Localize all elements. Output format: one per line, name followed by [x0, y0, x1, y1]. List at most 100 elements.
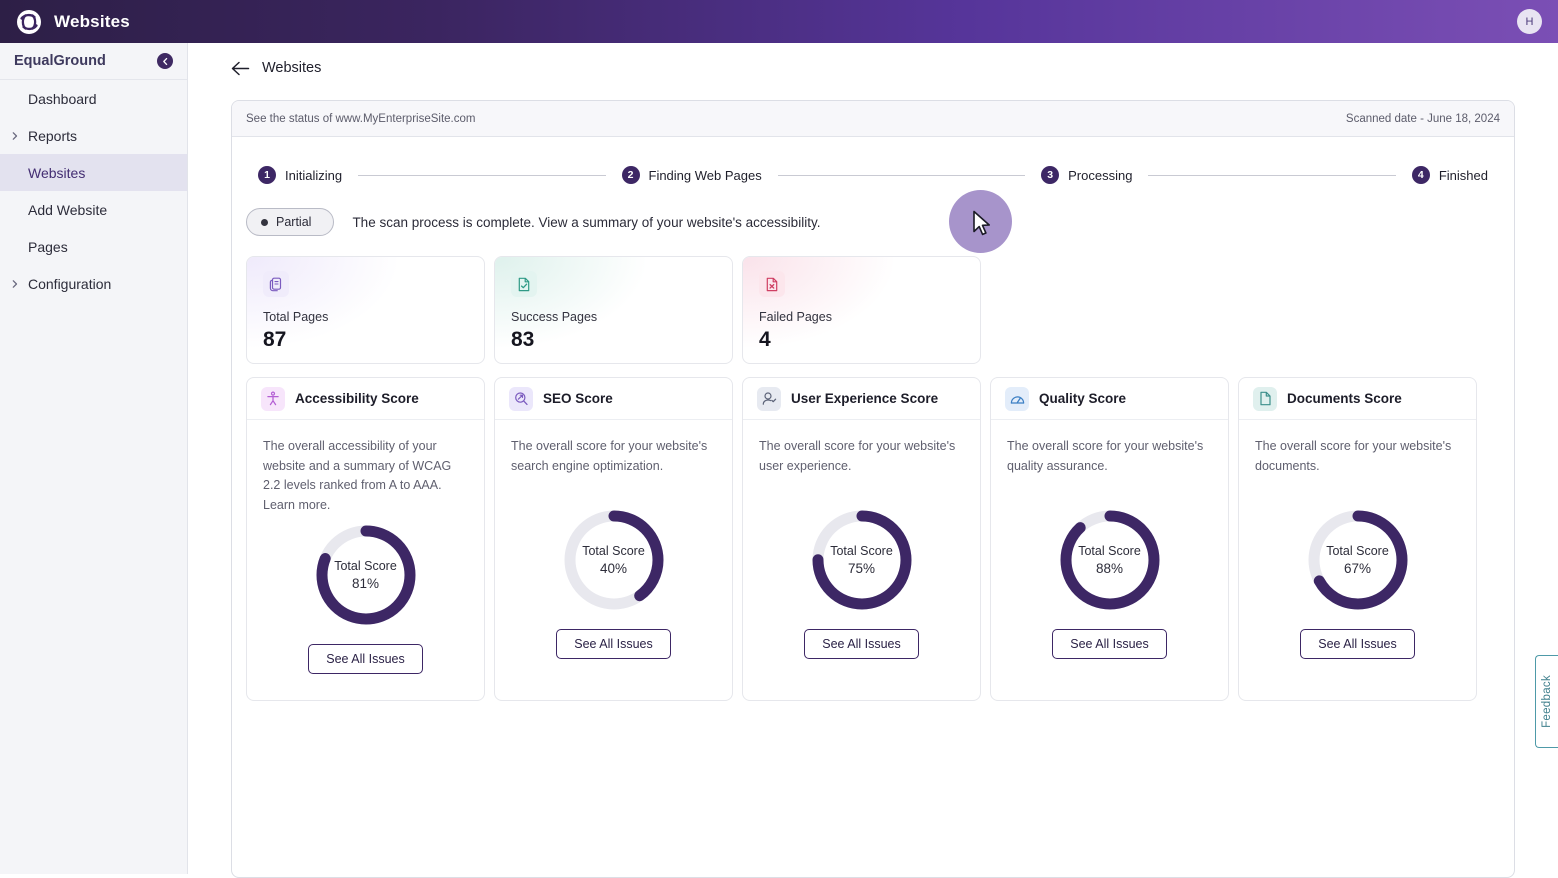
score-card-title: Accessibility Score [295, 391, 419, 406]
donut-label: Total Score [334, 559, 397, 573]
see-all-issues-button[interactable]: See All Issues [1052, 629, 1167, 659]
status-badge-label: Partial [276, 215, 312, 229]
score-card-header: SEO Score [495, 378, 732, 420]
chevron-left-icon[interactable] [157, 53, 173, 69]
file-icon [1253, 386, 1277, 411]
scan-status-row: Partial The scan process is complete. Vi… [232, 184, 1514, 236]
stat-cards-row: Total Pages 87 Success Pages 83 Failed P… [232, 236, 1514, 364]
donut-wrap: Total Score 75% [743, 508, 980, 612]
stat-card-failed-pages: Failed Pages 4 [742, 256, 981, 364]
see-all-issues-button[interactable]: See All Issues [556, 629, 671, 659]
step-connector [358, 174, 606, 176]
donut-value: 81% [351, 576, 380, 591]
step-label: Finished [1438, 167, 1488, 183]
sidebar-item-add-website[interactable]: Add Website [0, 191, 187, 228]
total-score-donut: Total Score 75% [810, 508, 914, 612]
score-card-header: Accessibility Score [247, 378, 484, 420]
swirl-logo-icon [17, 9, 41, 34]
donut-label: Total Score [830, 544, 893, 558]
scan-results-panel: See the status of www.MyEnterpriseSite.c… [231, 100, 1515, 878]
brand-name: EqualGround [14, 53, 106, 69]
user-check-icon [757, 386, 781, 411]
score-card-quality: Quality Score The overall score for your… [990, 377, 1229, 701]
score-card-documents: Documents Score The overall score for yo… [1238, 377, 1477, 701]
stat-label: Success Pages [511, 310, 598, 324]
stat-label: Total Pages [263, 310, 329, 324]
score-card-seo: SEO Score The overall score for your web… [494, 377, 733, 701]
status-badge[interactable]: Partial [246, 208, 335, 236]
stat-label: Failed Pages [759, 310, 832, 324]
scan-progress-stepper: 1 Initializing 2 Finding Web Pages 3 Pro… [232, 137, 1514, 184]
breadcrumb[interactable]: Websites [188, 43, 1558, 76]
step-connector [1148, 174, 1396, 176]
see-all-issues-button[interactable]: See All Issues [1300, 629, 1415, 659]
step-number-badge: 1 [258, 166, 276, 184]
donut-wrap: Total Score 88% [991, 508, 1228, 612]
sidebar-item-label: Pages [28, 238, 68, 255]
donut-wrap: Total Score 81% [247, 523, 484, 627]
chevron-left-glyph [162, 57, 167, 65]
score-card-description: The overall accessibility of your websit… [263, 439, 452, 512]
see-all-issues-button[interactable]: See All Issues [804, 629, 919, 659]
score-card-description: The overall score for your website's doc… [1255, 439, 1452, 473]
total-score-donut: Total Score 88% [1058, 508, 1162, 612]
app-header: Websites H [0, 0, 1558, 43]
site-status-line: See the status of www.MyEnterpriseSite.c… [246, 112, 476, 125]
score-card-header: Documents Score [1239, 378, 1476, 420]
document-check-icon [511, 271, 537, 297]
stat-value: 4 [759, 328, 771, 351]
sidebar: EqualGround Dashboard Reports Websites A… [0, 43, 188, 874]
status-dot-icon [261, 218, 268, 226]
score-card-title: User Experience Score [791, 391, 939, 406]
step-connector [777, 174, 1026, 176]
avatar[interactable]: H [1517, 9, 1542, 34]
donut-label: Total Score [1326, 544, 1389, 558]
sidebar-item-configuration[interactable]: Configuration [0, 265, 187, 302]
donut-wrap: Total Score 40% [495, 508, 732, 612]
total-score-donut: Total Score 67% [1306, 508, 1410, 612]
score-card-accessibility: Accessibility Score The overall accessib… [246, 377, 485, 701]
step-label: Initializing [285, 167, 343, 183]
donut-value: 67% [1343, 561, 1372, 576]
sidebar-item-label: Add Website [28, 201, 108, 218]
total-score-donut: Total Score 40% [562, 508, 666, 612]
step-label: Finding Web Pages [648, 167, 762, 183]
score-card-user-experience: User Experience Score The overall score … [742, 377, 981, 701]
seo-magnifier-arrow-icon [509, 386, 533, 411]
see-all-issues-button[interactable]: See All Issues [308, 644, 423, 674]
score-card-description: The overall score for your website's qua… [1007, 439, 1204, 473]
sidebar-item-label: Dashboard [28, 90, 97, 107]
stat-value: 83 [511, 328, 535, 351]
feedback-tab[interactable]: Feedback [1535, 655, 1558, 748]
stat-value: 87 [263, 328, 287, 351]
status-message: The scan process is complete. View a sum… [352, 214, 821, 230]
sidebar-item-dashboard[interactable]: Dashboard [0, 80, 187, 117]
sidebar-brand-row: EqualGround [0, 43, 187, 80]
step-label: Processing [1068, 167, 1133, 183]
score-card-title: Documents Score [1287, 391, 1402, 406]
scanned-date: Scanned date - June 18, 2024 [1345, 112, 1500, 125]
score-card-header: Quality Score [991, 378, 1228, 420]
panel-header: See the status of www.MyEnterpriseSite.c… [232, 101, 1514, 137]
donut-wrap: Total Score 67% [1239, 508, 1476, 612]
step-finding-web-pages: 2 Finding Web Pages [621, 166, 762, 184]
donut-label: Total Score [582, 544, 645, 558]
main-content: Websites See the status of www.MyEnterpr… [188, 43, 1558, 878]
breadcrumb-label: Websites [262, 60, 322, 76]
sidebar-item-reports[interactable]: Reports [0, 117, 187, 154]
score-card-title: Quality Score [1039, 391, 1127, 406]
donut-label: Total Score [1078, 544, 1141, 558]
chevron-right-icon [12, 131, 18, 140]
stat-card-total-pages: Total Pages 87 [246, 256, 485, 364]
step-finished: 4 Finished [1411, 166, 1488, 184]
step-number-badge: 2 [621, 166, 640, 184]
sidebar-item-label: Websites [28, 164, 86, 181]
step-number-badge: 3 [1041, 166, 1060, 184]
donut-value: 88% [1095, 561, 1124, 576]
gauge-icon [1005, 386, 1029, 411]
sidebar-item-pages[interactable]: Pages [0, 228, 187, 265]
sidebar-item-websites[interactable]: Websites [0, 154, 187, 191]
score-card-description: The overall score for your website's use… [759, 439, 956, 473]
arrow-left-icon[interactable] [231, 61, 250, 76]
donut-value: 75% [847, 561, 876, 576]
